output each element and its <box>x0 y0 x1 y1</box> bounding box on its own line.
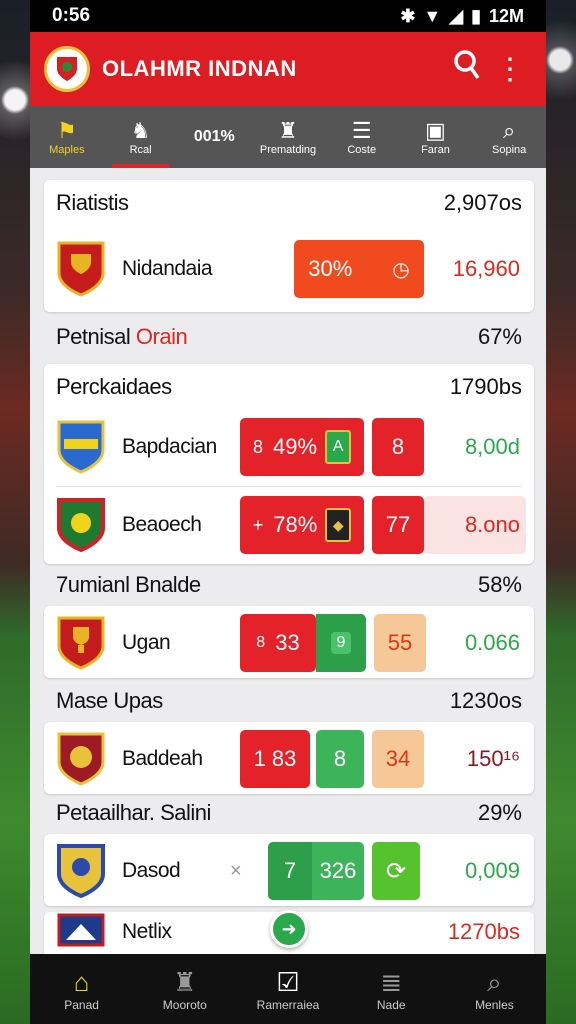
tab-faran[interactable]: ▣ Faran <box>399 106 473 168</box>
app-bar: OLAHMR INDNAN ⋮ <box>30 32 546 106</box>
home-icon: ⌂ <box>73 967 90 997</box>
tab-maples[interactable]: ⚑ Maples <box>30 106 104 168</box>
score-badge[interactable]: 9 <box>316 614 366 672</box>
search-icon <box>454 50 480 80</box>
tab-rcal[interactable]: ♞ Rcal <box>104 106 178 168</box>
check-icon: ☑ <box>276 967 300 997</box>
score-badge[interactable]: 8 <box>316 730 364 788</box>
score-badge[interactable]: 1 83 <box>240 730 310 788</box>
team-crest-icon <box>56 498 106 553</box>
section-header: Perckaidaes 1790bs <box>56 374 522 399</box>
divider <box>56 486 522 487</box>
wifi-icon: ▼ <box>423 5 442 26</box>
bottom-navigation: ⌂ Panad ♜ Mooroto ☑ Ramerraiea ≣ Nade ⌕ … <box>30 954 546 1024</box>
team-row[interactable]: Beaoech + 78% ◆ 77 8.ono <box>44 490 534 560</box>
horse-icon: ♞ <box>130 118 151 143</box>
section-header: Riatistis 2,907os <box>56 190 522 215</box>
score-badge[interactable]: 34 <box>372 730 424 788</box>
status-right-text: 12M <box>488 5 524 26</box>
section-header: Petaailhar. Salini 29% <box>56 800 522 825</box>
more-options-button[interactable]: ⋮ <box>488 52 532 87</box>
shield-icon: A <box>325 430 352 464</box>
floating-action-button[interactable]: ➜ <box>270 910 308 948</box>
section-header: Petnisal Orain 67% <box>56 324 522 349</box>
percent-badge[interactable]: 30% ◷ <box>294 240 424 298</box>
search-button[interactable] <box>444 48 488 90</box>
battery-icon: ▮ <box>471 5 481 26</box>
flag-icon: ⚑ <box>56 118 77 143</box>
team-crest-icon <box>56 732 106 786</box>
score-badge[interactable]: 8 33 <box>240 614 316 672</box>
nav-ramerraiea[interactable]: ☑ Ramerraiea <box>236 954 339 1024</box>
timer-icon: ◷ <box>392 258 410 281</box>
nav-menles[interactable]: ⌕ Menles <box>443 954 546 1024</box>
box-icon: ▣ <box>425 118 446 143</box>
refresh-button[interactable]: ⟳ <box>372 842 420 900</box>
percent-badge[interactable]: + 78% ◆ <box>240 496 364 554</box>
stats-content: Riatistis 2,907os Nidandaia 30% ◷ 16,960… <box>30 168 546 954</box>
trophy-icon: ♜ <box>278 118 298 143</box>
score-badge[interactable]: 55 <box>374 614 426 672</box>
signal-icon: ◢ <box>449 5 464 26</box>
search-icon: ⌕ <box>503 118 516 143</box>
bluetooth-icon: ✱ <box>400 5 416 26</box>
score-badge[interactable]: 77 <box>372 496 424 554</box>
section-header: Mase Upas 1230os <box>56 688 522 713</box>
team-crest-icon <box>56 844 106 899</box>
stack-icon: ≣ <box>380 967 403 997</box>
score-badge[interactable]: 326 <box>312 842 364 900</box>
tab-prematding[interactable]: ♜ Prematding <box>251 106 325 168</box>
search-icon: ⌕ <box>487 967 502 997</box>
status-bar: 0:56 ✱ ▼ ◢ ▮ 12M <box>30 0 546 32</box>
nav-panad[interactable]: ⌂ Panad <box>30 954 133 1024</box>
score-badge[interactable]: 7 <box>268 842 312 900</box>
team-row[interactable]: Ugan 8 33 9 55 0.066 <box>44 608 534 678</box>
nav-mooroto[interactable]: ♜ Mooroto <box>133 954 236 1024</box>
refresh-icon: ⟳ <box>385 857 407 885</box>
percent-badge[interactable]: 8 49% A <box>240 418 364 476</box>
list-icon: ☰ <box>351 118 372 143</box>
team-crest-icon <box>56 616 106 670</box>
arrow-right-icon: ➜ <box>281 918 297 939</box>
tab-percentage[interactable]: 001% <box>177 106 251 168</box>
graduation-icon: ♜ <box>173 967 197 997</box>
more-vert-icon: ⋮ <box>495 52 525 86</box>
tab-sopina[interactable]: ⌕ Sopina <box>472 106 546 168</box>
team-row[interactable]: Baddeah 1 83 8 34 150¹⁶ <box>44 724 534 794</box>
team-crest-icon <box>56 241 106 297</box>
team-crest-icon <box>56 420 106 474</box>
team-row[interactable]: Nidandaia 30% ◷ 16,960 <box>44 234 534 304</box>
close-icon[interactable]: × <box>230 860 242 883</box>
team-row[interactable]: Dasod × 7 326 ⟳ 0,009 <box>44 836 534 906</box>
tab-coste[interactable]: ☰ Coste <box>325 106 399 168</box>
score-badge[interactable]: 8 <box>372 418 424 476</box>
section-header: 7umianl Bnalde 58% <box>56 572 522 597</box>
team-row[interactable]: Bapdacian 8 49% A 8 8,00d <box>44 412 534 482</box>
nav-nade[interactable]: ≣ Nade <box>340 954 443 1024</box>
app-title: OLAHMR INDNAN <box>102 56 297 81</box>
club-logo <box>44 46 90 92</box>
shield-icon: ◆ <box>325 508 352 542</box>
category-tabs: ⚑ Maples ♞ Rcal 001% ♜ Prematding ☰ Cost… <box>30 106 546 168</box>
team-crest-icon <box>56 912 106 952</box>
status-time: 0:56 <box>52 5 91 26</box>
